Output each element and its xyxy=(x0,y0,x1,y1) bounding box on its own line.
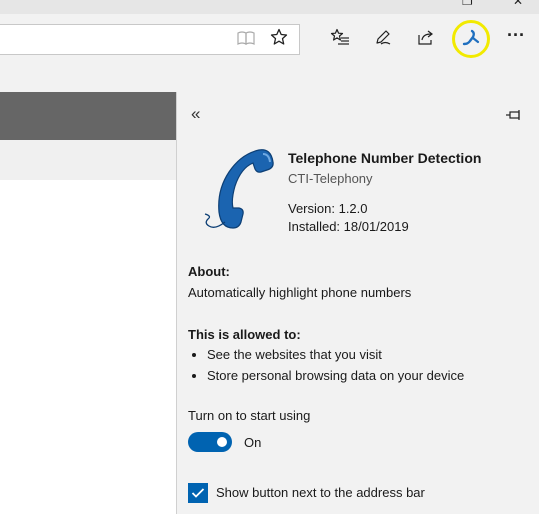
share-icon[interactable] xyxy=(411,22,441,52)
toggle-knob xyxy=(217,437,227,447)
toolbar-strip xyxy=(0,62,539,92)
reading-view-icon[interactable] xyxy=(231,23,261,53)
page-content xyxy=(0,180,176,514)
extension-publisher: CTI-Telephony xyxy=(288,171,373,186)
favorites-hub-icon[interactable] xyxy=(325,22,355,52)
extension-version: Version: 1.2.0 xyxy=(288,201,368,216)
checkmark-icon xyxy=(191,488,205,498)
restore-window-button[interactable]: ❐ xyxy=(462,0,473,7)
extension-panel: « Telephone Number Detection CTI-Telepho… xyxy=(176,92,539,514)
permissions-heading: This is allowed to: xyxy=(188,327,301,342)
permission-item: See the websites that you visit xyxy=(207,347,382,362)
toggle-label: Turn on to start using xyxy=(188,408,311,423)
extension-highlight-ring xyxy=(452,20,490,58)
page-header xyxy=(0,92,176,140)
page-subheader xyxy=(0,140,176,180)
bullet-icon xyxy=(192,374,196,378)
bullet-icon xyxy=(192,353,196,357)
enable-toggle[interactable] xyxy=(188,432,232,452)
favorite-star-icon[interactable] xyxy=(264,22,294,52)
pen-notes-icon[interactable] xyxy=(368,22,398,52)
close-window-button[interactable]: ✕ xyxy=(513,0,523,7)
show-button-checkbox[interactable] xyxy=(188,483,208,503)
about-heading: About: xyxy=(188,264,230,279)
title-bar: ❐ ✕ xyxy=(0,0,539,14)
telephone-icon xyxy=(201,146,279,239)
toggle-state-text: On xyxy=(244,435,262,450)
more-icon[interactable]: ··· xyxy=(501,20,531,50)
about-text: Automatically highlight phone numbers xyxy=(188,285,412,300)
extension-name: Telephone Number Detection xyxy=(288,150,482,166)
pin-icon[interactable] xyxy=(505,108,523,126)
checkbox-label: Show button next to the address bar xyxy=(216,485,425,500)
permission-item: Store personal browsing data on your dev… xyxy=(207,368,465,383)
extension-installed-date: Installed: 18/01/2019 xyxy=(288,219,409,234)
back-button[interactable]: « xyxy=(191,104,200,124)
